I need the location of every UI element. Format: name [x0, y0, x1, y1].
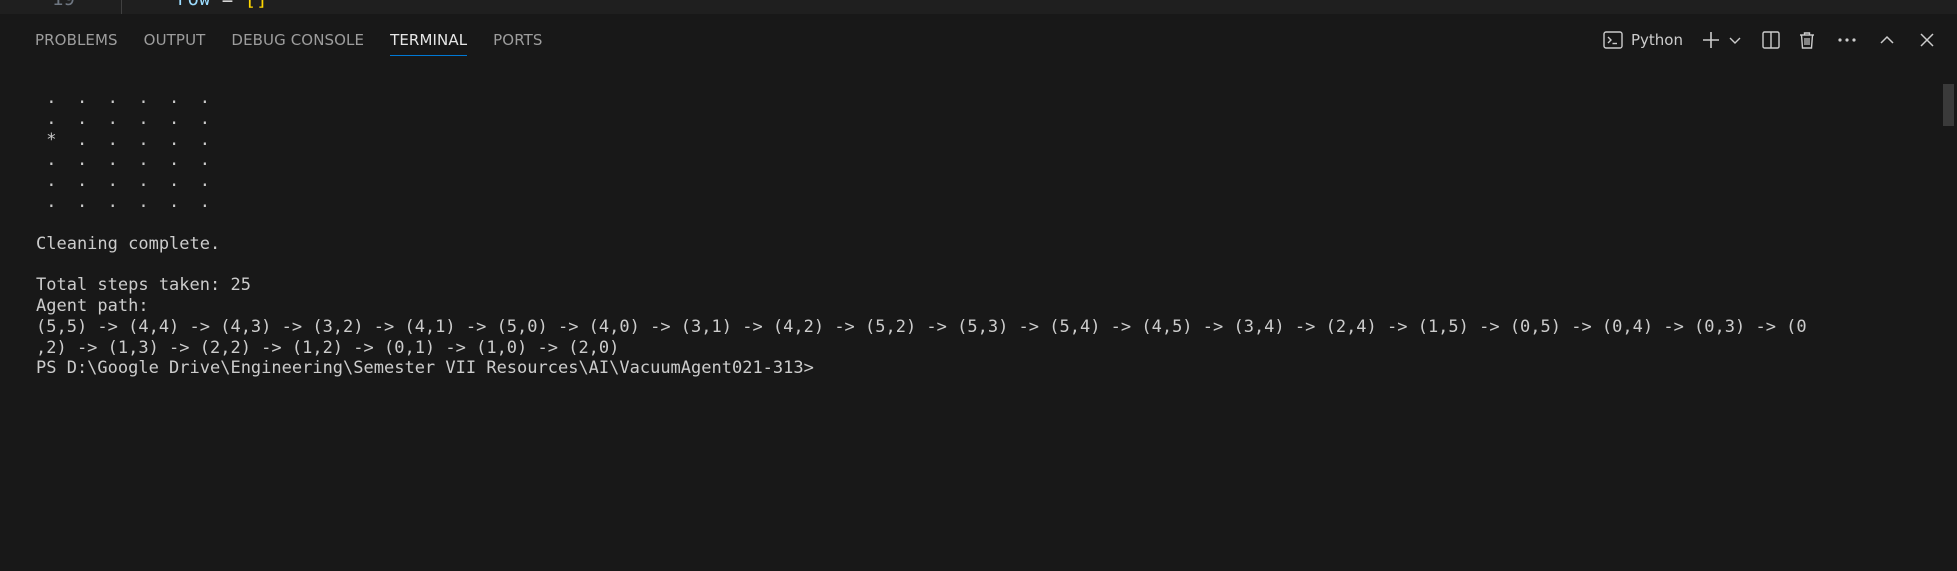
panel-actions: Python: [1595, 14, 1941, 66]
trash-icon: [1797, 30, 1817, 50]
maximize-panel-button[interactable]: [1873, 26, 1901, 54]
terminal-line: Agent path:: [36, 295, 149, 316]
split-icon: [1761, 30, 1781, 50]
kill-terminal-button[interactable]: [1793, 26, 1821, 54]
split-terminal-button[interactable]: [1757, 26, 1785, 54]
terminal-line: (5,5) -> (4,4) -> (4,3) -> (3,2) -> (4,1…: [36, 316, 1807, 337]
terminal-line: * . . . . .: [36, 129, 210, 150]
plus-icon: [1701, 30, 1721, 50]
tab-output[interactable]: OUTPUT: [144, 14, 206, 66]
terminal-name-label: Python: [1631, 31, 1683, 49]
terminal-line: . . . . . .: [36, 108, 210, 129]
close-panel-button[interactable]: [1913, 26, 1941, 54]
editor-peek: 19 row = []: [0, 0, 1957, 15]
tab-problems[interactable]: PROBLEMS: [35, 14, 118, 66]
editor-code-line: row = []: [176, 0, 268, 10]
ellipsis-icon: [1836, 30, 1858, 50]
close-icon: [1918, 31, 1936, 49]
tab-debug-console[interactable]: DEBUG CONSOLE: [231, 14, 364, 66]
terminal-prompt: PS D:\Google Drive\Engineering\Semester …: [36, 358, 814, 379]
editor-line-number: 19: [52, 0, 75, 10]
panel-tabs: PROBLEMS OUTPUT DEBUG CONSOLE TERMINAL P…: [22, 14, 556, 66]
terminal-line: Total steps taken: 25: [36, 275, 251, 296]
tab-ports[interactable]: PORTS: [493, 14, 542, 66]
terminal-icon: [1603, 31, 1623, 49]
code-variable: row: [176, 0, 210, 10]
terminal-line: . . . . . .: [36, 191, 210, 212]
more-actions-button[interactable]: [1833, 26, 1861, 54]
terminal-text: . . . . . . . . . . . . * . . . . . . . …: [36, 88, 1807, 379]
terminal-line: . . . . . .: [36, 171, 210, 192]
tab-terminal[interactable]: TERMINAL: [390, 14, 468, 66]
panel-header: PROBLEMS OUTPUT DEBUG CONSOLE TERMINAL P…: [0, 14, 1957, 66]
code-operator: =: [210, 0, 244, 10]
chevron-up-icon: [1878, 31, 1896, 49]
terminal-line: . . . . . .: [36, 150, 210, 171]
terminal-output[interactable]: . . . . . . . . . . . . * . . . . . . . …: [0, 66, 1940, 571]
scrollbar-thumb[interactable]: [1943, 84, 1954, 126]
chevron-down-icon: [1728, 33, 1742, 47]
terminal-line: . . . . . .: [36, 88, 210, 108]
new-terminal-button[interactable]: [1697, 26, 1725, 54]
editor-gutter-divider: [121, 0, 122, 14]
code-bracket: []: [245, 0, 268, 10]
terminal-line: Cleaning complete.: [36, 233, 221, 254]
terminal-selector[interactable]: Python: [1603, 26, 1683, 54]
launch-profile-dropdown[interactable]: [1727, 26, 1743, 54]
terminal-line: ,2) -> (1,3) -> (2,2) -> (1,2) -> (0,1) …: [36, 337, 620, 358]
terminal-scrollbar[interactable]: [1940, 66, 1957, 571]
